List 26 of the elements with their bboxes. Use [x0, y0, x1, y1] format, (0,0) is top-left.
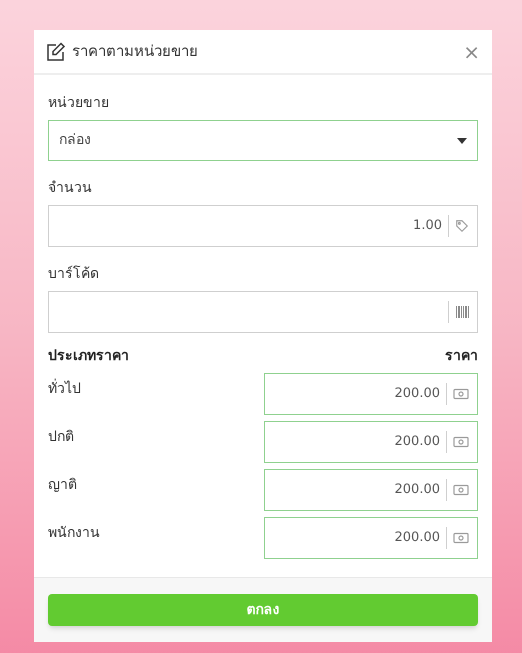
banknote-icon — [453, 388, 469, 400]
close-button[interactable]: × — [463, 42, 480, 62]
input-field[interactable]: 200.00 — [264, 373, 478, 415]
field-label: บาร์โค้ด — [48, 264, 100, 284]
dropdown-caret-icon — [457, 138, 467, 144]
price-type-label: พนักงาน — [48, 524, 100, 543]
input-field[interactable]: 200.00 — [264, 421, 478, 463]
field-label: หน่วยขาย — [48, 94, 110, 113]
input-field[interactable]: 200.00 — [264, 469, 478, 511]
tag-icon — [455, 219, 469, 233]
input-field[interactable]: 1.00 — [48, 205, 478, 247]
column-header: ประเภทราคา — [48, 347, 129, 366]
column-header: ราคา — [445, 347, 478, 366]
input-field[interactable]: 200.00 — [264, 517, 478, 559]
price-type-label: ปกติ — [48, 428, 74, 447]
banknote-icon — [453, 436, 469, 448]
banknote-icon — [453, 532, 469, 544]
field-label: จำนวน — [48, 179, 93, 198]
unit-dropdown[interactable]: กล่อง — [48, 120, 478, 161]
price-type-label: ทั่วไป — [48, 373, 81, 400]
price-type-label: ญาติ — [48, 476, 77, 495]
barcode-icon — [455, 305, 469, 319]
input-field[interactable] — [48, 291, 478, 333]
dialog-title: ราคาตามหน่วยขาย — [72, 41, 198, 62]
edit-icon — [46, 42, 66, 62]
banknote-icon — [453, 484, 469, 496]
